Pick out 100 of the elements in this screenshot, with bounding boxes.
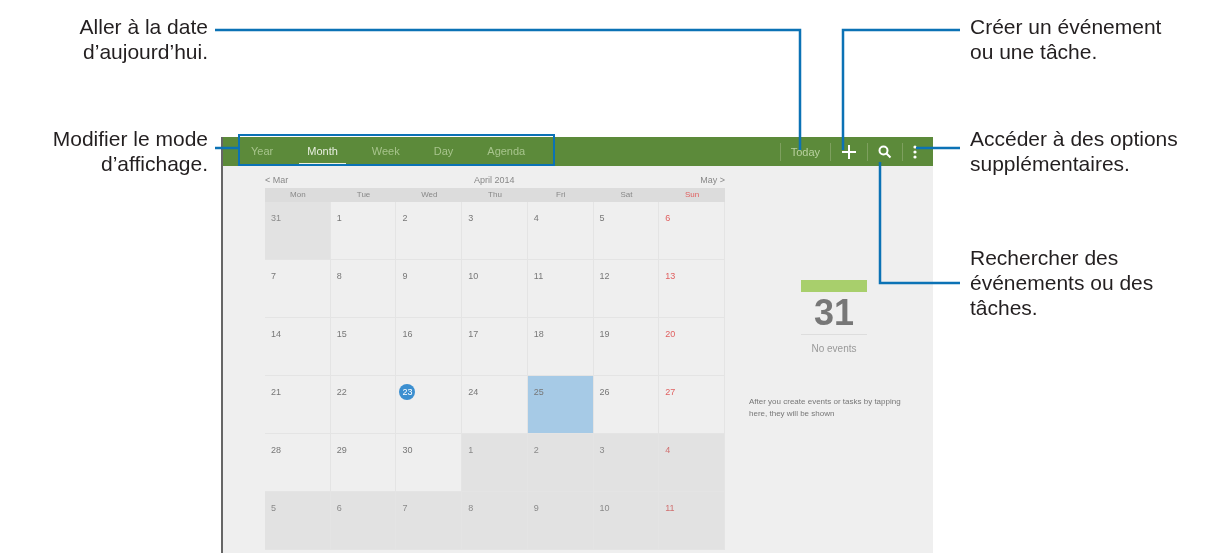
- no-events-text: No events: [811, 343, 857, 354]
- weekday-header: Tue: [330, 188, 397, 202]
- day-number: 26: [599, 387, 610, 397]
- day-number: 24: [468, 387, 479, 397]
- weekday-header: Mon: [265, 188, 331, 202]
- day-cell[interactable]: 20: [659, 318, 725, 376]
- search-icon[interactable]: [878, 144, 892, 159]
- day-number: 1: [468, 445, 474, 455]
- day-cell[interactable]: 13: [659, 260, 725, 318]
- day-cell[interactable]: 25: [527, 376, 594, 434]
- day-number: 30: [402, 445, 413, 455]
- day-number: 21: [271, 387, 281, 397]
- today-button[interactable]: Today: [790, 145, 820, 158]
- callout-text: Accéder à des options supplémentaires.: [970, 126, 1178, 176]
- day-number: 1: [336, 213, 342, 223]
- view-tab[interactable]: Day: [425, 138, 462, 165]
- day-cell[interactable]: 5: [593, 202, 660, 260]
- day-cell[interactable]: 3: [462, 202, 528, 260]
- day-number: 27: [665, 387, 676, 397]
- day-number: 8: [336, 271, 342, 281]
- day-number: 29: [336, 445, 347, 455]
- weekday-header: Thu: [462, 188, 528, 202]
- previous-month-link[interactable]: < Mar: [265, 175, 289, 185]
- day-number: 5: [271, 503, 276, 513]
- empty-hint-text: After you create events or tasks by tapping here, they will be shown: [749, 396, 902, 420]
- day-cell[interactable]: 7: [265, 260, 331, 318]
- day-cell[interactable]: 7: [396, 492, 463, 550]
- day-number: 4: [533, 213, 539, 223]
- day-number: 8: [468, 503, 474, 513]
- day-number: 15: [336, 329, 347, 339]
- day-number: 12: [599, 271, 610, 281]
- day-cell[interactable]: 19: [593, 318, 660, 376]
- day-cell[interactable]: 10: [462, 260, 528, 318]
- day-number: 2: [533, 445, 539, 455]
- day-cell[interactable]: 9: [527, 492, 594, 550]
- weekday-header: Wed: [396, 188, 463, 202]
- day-cell[interactable]: 4: [659, 434, 725, 492]
- callout-text: Créer un événement ou une tâche.: [970, 14, 1162, 64]
- day-number: 14: [271, 329, 281, 339]
- day-cell[interactable]: 9: [396, 260, 463, 318]
- day-number: 11: [533, 271, 544, 281]
- add-icon[interactable]: [841, 143, 857, 160]
- day-number: 17: [468, 329, 479, 339]
- day-number: 9: [402, 271, 408, 281]
- weekday-header: Sun: [659, 188, 725, 202]
- callout-text: Modifier le mode d’affichage.: [52, 126, 208, 176]
- day-number: 3: [599, 445, 605, 455]
- view-tab[interactable]: Year: [243, 138, 282, 165]
- day-cell[interactable]: 22: [330, 376, 397, 434]
- day-number: 11: [665, 503, 675, 513]
- callout-text: Rechercher des événements ou des tâches.: [970, 245, 1154, 320]
- day-cell[interactable]: 6: [330, 492, 397, 550]
- callout-text: Aller à la date d’aujourd’hui.: [79, 14, 208, 64]
- view-tab[interactable]: Agenda: [479, 138, 534, 165]
- day-cell[interactable]: 6: [659, 202, 725, 260]
- day-number: 18: [533, 329, 544, 339]
- day-number: 7: [271, 271, 276, 281]
- day-cell[interactable]: 31: [265, 202, 331, 260]
- day-cell[interactable]: 10: [593, 492, 660, 550]
- day-cell[interactable]: 14: [265, 318, 331, 376]
- view-tab[interactable]: Week: [363, 138, 408, 165]
- day-cell[interactable]: 2: [527, 434, 594, 492]
- day-number: 13: [665, 271, 676, 281]
- day-cell[interactable]: 17: [462, 318, 528, 376]
- day-cell[interactable]: 8: [330, 260, 397, 318]
- day-number: 6: [336, 503, 342, 513]
- view-tab[interactable]: Month: [299, 138, 346, 165]
- next-month-link[interactable]: May >: [700, 175, 725, 185]
- day-cell[interactable]: 2: [396, 202, 463, 260]
- day-number: 31: [271, 213, 281, 223]
- day-number: 28: [271, 445, 281, 455]
- day-cell[interactable]: 21: [265, 376, 331, 434]
- day-number: 19: [599, 329, 610, 339]
- day-number: 7: [402, 503, 408, 513]
- day-number: 6: [665, 213, 671, 223]
- day-cell[interactable]: 4: [527, 202, 594, 260]
- weekday-header: Sat: [593, 188, 660, 202]
- day-number: 22: [336, 387, 347, 397]
- day-cell[interactable]: 1: [330, 202, 397, 260]
- day-number: 4: [665, 445, 671, 455]
- day-number: 16: [402, 329, 413, 339]
- day-cell[interactable]: 3: [593, 434, 660, 492]
- day-cell[interactable]: 11: [659, 492, 725, 550]
- day-number: 10: [468, 271, 479, 281]
- weekday-header: Fri: [527, 188, 594, 202]
- day-number: 2: [402, 213, 408, 223]
- day-number: 9: [533, 503, 539, 513]
- day-cell[interactable]: 1: [462, 434, 528, 492]
- day-number: 10: [599, 503, 610, 513]
- day-cell[interactable]: 16: [396, 318, 463, 376]
- more-options-icon[interactable]: [913, 144, 917, 159]
- day-number: 20: [665, 329, 676, 339]
- month-title: April 2014: [474, 175, 515, 185]
- day-cell[interactable]: 23: [396, 376, 463, 434]
- day-cell[interactable]: 12: [593, 260, 660, 318]
- day-cell[interactable]: 15: [330, 318, 397, 376]
- day-cell[interactable]: 5: [265, 492, 331, 550]
- day-number: 3: [468, 213, 474, 223]
- day-cell[interactable]: 8: [462, 492, 528, 550]
- day-cell[interactable]: 11: [527, 260, 594, 318]
